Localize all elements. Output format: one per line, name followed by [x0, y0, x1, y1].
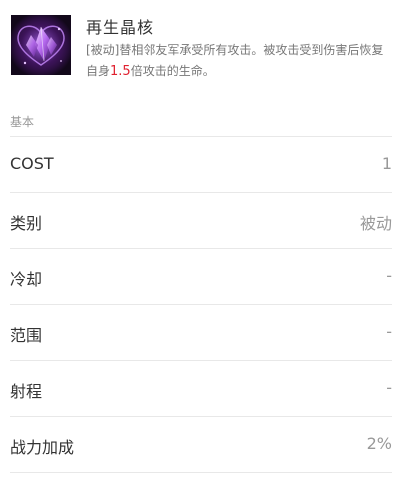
stat-row-area: 范围 -	[10, 304, 392, 360]
skill-header: 再生晶核 [被动]替相邻友军承受所有攻击。被攻击受到伤害后恢复自身1.5倍攻击的…	[0, 0, 402, 96]
stat-value: -	[386, 378, 392, 397]
section-title: 基本	[10, 115, 35, 129]
crystal-heart-icon	[11, 15, 71, 75]
stat-label: 冷却	[10, 270, 43, 289]
stat-row-cooldown: 冷却 -	[10, 248, 392, 304]
skill-description: [被动]替相邻友军承受所有攻击。被攻击受到伤害后恢复自身1.5倍攻击的生命。	[86, 40, 391, 82]
stat-row-power-bonus: 战力加成 2%	[10, 416, 392, 473]
stat-label: 战力加成	[10, 438, 75, 457]
stat-value: -	[386, 266, 392, 285]
stat-value: -	[386, 322, 392, 341]
stat-value: 1	[381, 154, 392, 173]
stat-row-range: 射程 -	[10, 360, 392, 416]
stat-row-cost: COST 1	[10, 136, 392, 192]
skill-name: 再生晶核	[86, 18, 155, 37]
stat-row-category: 类别 被动	[10, 192, 392, 248]
skill-description-number: 1.5	[110, 64, 131, 79]
skill-description-suffix: 倍攻击的生命。	[130, 64, 215, 78]
stat-label: 范围	[10, 326, 43, 345]
stat-label: 类别	[10, 214, 43, 233]
stat-value: 被动	[359, 214, 392, 233]
stat-value: 2%	[366, 434, 392, 453]
stats-list: COST 1 类别 被动 冷却 - 范围 - 射程 - 战力加成 2%	[0, 136, 402, 473]
stat-label: COST	[10, 154, 54, 173]
stat-label: 射程	[10, 382, 43, 401]
